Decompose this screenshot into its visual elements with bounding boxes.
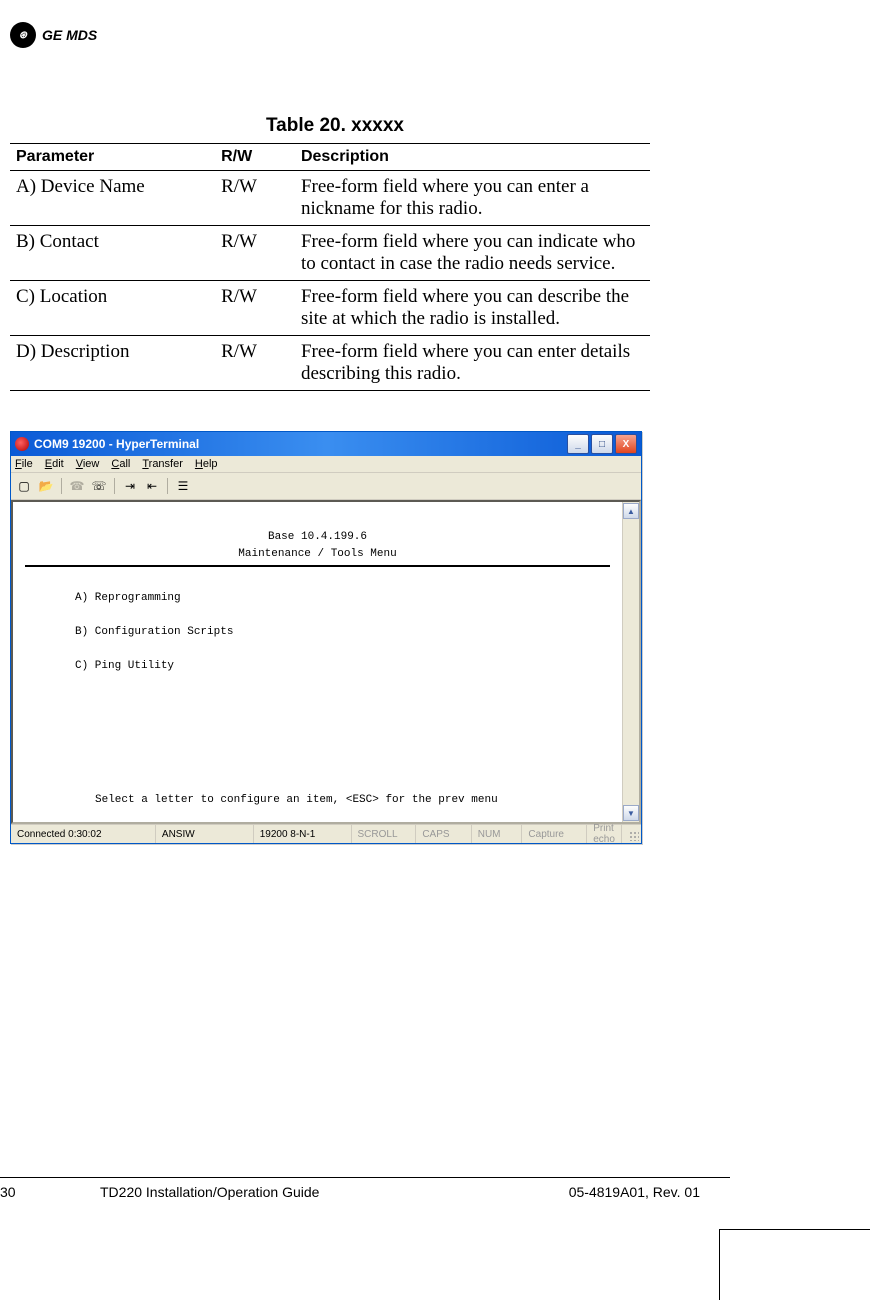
page-number: 30: [0, 1184, 30, 1200]
table-row: D) Description R/W Free-form field where…: [10, 336, 650, 391]
cell-param: D) Description: [10, 336, 215, 391]
menubar: File Edit View Call Transfer Help: [11, 456, 641, 473]
cell-param: C) Location: [10, 281, 215, 336]
status-echo: Print echo: [587, 825, 622, 843]
col-header-description: Description: [295, 144, 650, 171]
window-title: COM9 19200 - HyperTerminal: [34, 437, 199, 451]
status-emulation: ANSIW: [156, 825, 254, 843]
cell-desc: Free-form field where you can enter deta…: [295, 336, 650, 391]
menu-item-c[interactable]: C) Ping Utility: [25, 658, 610, 675]
status-connected: Connected 0:30:02: [11, 825, 156, 843]
menu-item-b[interactable]: B) Configuration Scripts: [25, 624, 610, 641]
table-title: Table 20. xxxxx: [10, 115, 460, 137]
status-num: NUM: [472, 825, 523, 843]
cell-param: B) Contact: [10, 226, 215, 281]
brand-logo: ⊛ GE MDS: [10, 22, 97, 48]
parameter-table: Parameter R/W Description A) Device Name…: [10, 143, 650, 391]
cell-param: A) Device Name: [10, 171, 215, 226]
maximize-button[interactable]: □: [591, 434, 613, 454]
col-header-rw: R/W: [215, 144, 295, 171]
receive-icon[interactable]: ⇤: [143, 477, 161, 495]
menu-view[interactable]: View: [76, 458, 100, 470]
status-caps: CAPS: [416, 825, 471, 843]
cell-rw: R/W: [215, 281, 295, 336]
terminal-rule: [25, 565, 610, 567]
doc-revision: 05-4819A01, Rev. 01: [569, 1184, 730, 1200]
table-row: B) Contact R/W Free-form field where you…: [10, 226, 650, 281]
terminal-prompt: Select a letter to configure an item, <E…: [25, 792, 610, 809]
terminal-viewport: Base 10.4.199.6Maintenance / Tools Menu …: [11, 500, 641, 824]
cell-desc: Free-form field where you can indicate w…: [295, 226, 650, 281]
properties-icon[interactable]: ☰: [174, 477, 192, 495]
terminal-header2: Maintenance / Tools Menu: [25, 546, 610, 563]
scrollbar[interactable]: ▲ ▼: [622, 502, 639, 822]
status-capture: Capture: [522, 825, 587, 843]
page-footer: 30 TD220 Installation/Operation Guide 05…: [0, 1177, 730, 1200]
call-icon[interactable]: ☎: [68, 477, 86, 495]
cell-rw: R/W: [215, 226, 295, 281]
close-button[interactable]: X: [615, 434, 637, 454]
scroll-down-icon[interactable]: ▼: [623, 805, 639, 821]
cell-rw: R/W: [215, 171, 295, 226]
cell-desc: Free-form field where you can enter a ni…: [295, 171, 650, 226]
brand-text: GE MDS: [42, 27, 97, 43]
menu-transfer[interactable]: Transfer: [142, 458, 183, 470]
toolbar: ▢ 📂 ☎ ☏ ⇥ ⇤ ☰: [11, 473, 641, 500]
menu-item-a[interactable]: A) Reprogramming: [25, 590, 610, 607]
table-row: C) Location R/W Free-form field where yo…: [10, 281, 650, 336]
crop-mark: [719, 1229, 870, 1300]
cell-rw: R/W: [215, 336, 295, 391]
resize-grip-icon[interactable]: [622, 825, 641, 843]
cell-desc: Free-form field where you can describe t…: [295, 281, 650, 336]
minimize-button[interactable]: _: [567, 434, 589, 454]
scroll-up-icon[interactable]: ▲: [623, 503, 639, 519]
menu-edit[interactable]: Edit: [45, 458, 64, 470]
terminal-output[interactable]: Base 10.4.199.6Maintenance / Tools Menu …: [13, 502, 622, 822]
ge-monogram-icon: ⊛: [10, 22, 36, 48]
hyperterminal-window: COM9 19200 - HyperTerminal _ □ X File Ed…: [10, 431, 642, 844]
menu-file[interactable]: File: [15, 458, 33, 470]
menu-call[interactable]: Call: [111, 458, 130, 470]
col-header-parameter: Parameter: [10, 144, 215, 171]
send-icon[interactable]: ⇥: [121, 477, 139, 495]
open-icon[interactable]: 📂: [37, 477, 55, 495]
status-scroll: SCROLL: [352, 825, 417, 843]
status-settings: 19200 8-N-1: [254, 825, 352, 843]
table-row: A) Device Name R/W Free-form field where…: [10, 171, 650, 226]
statusbar: Connected 0:30:02 ANSIW 19200 8-N-1 SCRO…: [11, 824, 641, 843]
new-icon[interactable]: ▢: [15, 477, 33, 495]
window-titlebar[interactable]: COM9 19200 - HyperTerminal _ □ X: [11, 432, 641, 456]
doc-title: TD220 Installation/Operation Guide: [30, 1184, 569, 1200]
app-icon: [15, 437, 29, 451]
terminal-header1: Base 10.4.199.6: [25, 529, 610, 546]
disconnect-icon[interactable]: ☏: [90, 477, 108, 495]
menu-help[interactable]: Help: [195, 458, 218, 470]
